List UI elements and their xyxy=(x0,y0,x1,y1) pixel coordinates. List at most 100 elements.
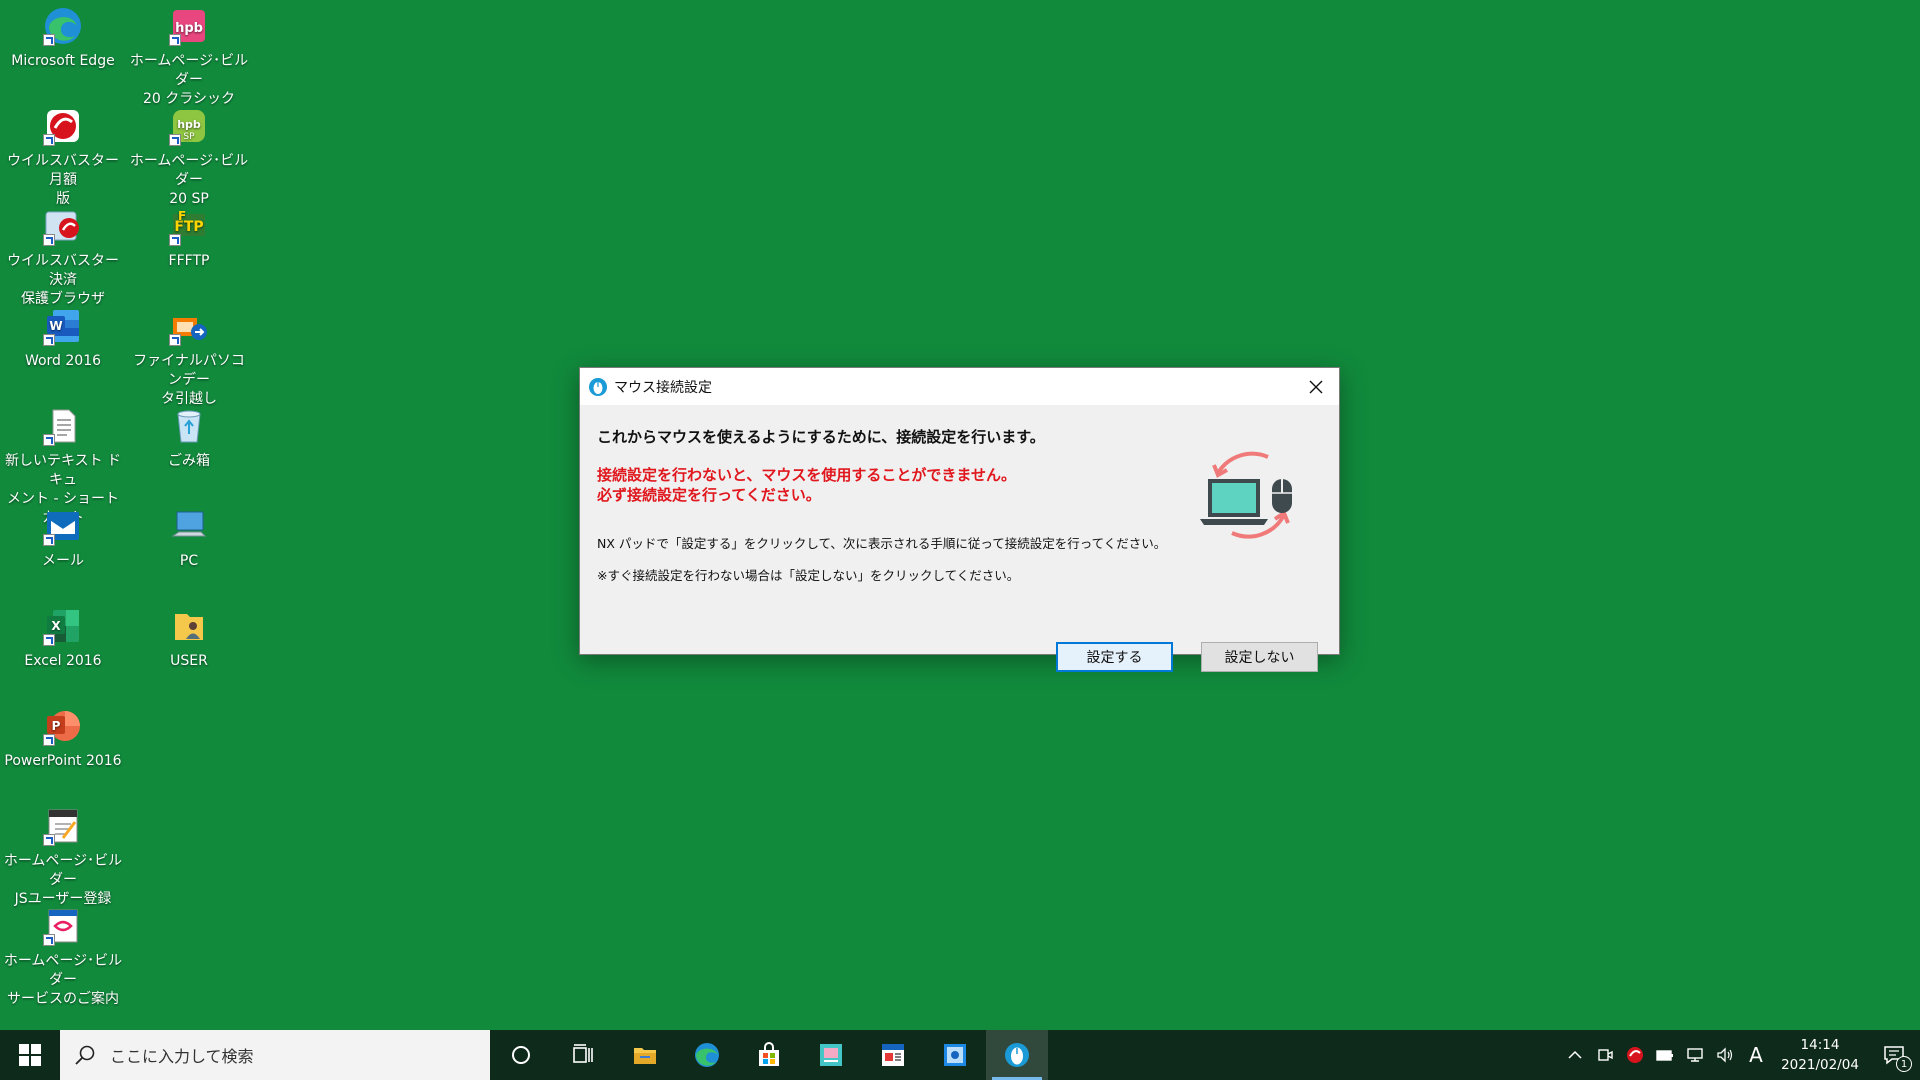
pc-icon xyxy=(169,506,209,546)
taskbar-store[interactable] xyxy=(738,1030,800,1080)
no-set-button[interactable]: 設定しない xyxy=(1201,642,1318,672)
final-pc-data-icon xyxy=(169,306,209,346)
system-tray: A 14:14 2021/02/04 1 xyxy=(1560,1030,1920,1080)
desktop-icon-label: Word 2016 xyxy=(24,353,102,369)
desktop-icon-user-folder[interactable]: USER xyxy=(126,600,252,671)
info-message-2: ※すぐ接続設定を行わない場合は「設定しない」をクリックしてください。 xyxy=(597,568,1020,583)
hpb-service-icon xyxy=(43,906,83,946)
virusbuster-icon xyxy=(1627,1047,1643,1063)
svg-text:SP: SP xyxy=(183,132,195,142)
desktop-icon-hpb-js-register[interactable]: ホームページ･ビルダー JSユーザー登録 xyxy=(0,800,126,909)
battery-icon xyxy=(1656,1050,1673,1061)
main-message: これからマウスを使えるようにするために、接続設定を行います。 xyxy=(597,428,1045,446)
virusbuster-browser-icon xyxy=(43,206,83,246)
action-center-button[interactable]: 1 xyxy=(1868,1030,1920,1080)
clock-date: 2021/02/04 xyxy=(1781,1057,1859,1073)
camera-icon xyxy=(1598,1049,1613,1061)
windows-logo-icon xyxy=(19,1044,41,1066)
desktop-icon-label: PC xyxy=(179,553,199,569)
taskbar-news[interactable] xyxy=(862,1030,924,1080)
desktop-icon-label: ごみ箱 xyxy=(168,453,210,469)
screen-app-icon xyxy=(820,1044,842,1066)
dialog-title-bar[interactable]: マウス接続設定 xyxy=(580,368,1339,405)
excel-icon: X xyxy=(43,606,83,646)
desktop-icon-word[interactable]: W Word 2016 xyxy=(0,300,126,371)
set-button[interactable]: 設定する xyxy=(1056,642,1173,672)
mouse-app-icon xyxy=(1005,1043,1029,1067)
mouse-connection-dialog: マウス接続設定 これからマウスを使えるようにするために、接続設定を行います。 接… xyxy=(579,367,1340,672)
edge-icon xyxy=(43,6,83,46)
desktop-icon-virusbuster[interactable]: ウイルスバスター 月額 版 xyxy=(0,100,126,209)
desktop-icon-hpb-service[interactable]: ホームページ･ビルダー サービスのご案内 xyxy=(0,900,126,1009)
task-view-button[interactable] xyxy=(552,1030,614,1080)
ime-indicator[interactable]: A xyxy=(1740,1030,1772,1080)
desktop-icon-final-pc-data[interactable]: ファイナルパソコンデー タ引越し xyxy=(126,300,252,409)
close-icon xyxy=(1309,380,1323,393)
text-document-icon xyxy=(43,406,83,446)
start-button[interactable] xyxy=(0,1030,60,1080)
desktop-icon-hpb-classic[interactable]: hpb ホームページ･ビルダー 20 クラシック xyxy=(126,0,252,109)
chevron-up-icon xyxy=(1568,1050,1582,1059)
ffftp-icon: FTP F xyxy=(169,206,209,246)
desktop-icon-pc[interactable]: PC xyxy=(126,500,252,571)
tray-network[interactable] xyxy=(1680,1030,1710,1080)
hpb-classic-icon: hpb xyxy=(169,6,209,46)
taskbar-file-explorer[interactable] xyxy=(614,1030,676,1080)
speaker-icon xyxy=(1717,1047,1733,1063)
warning-line-1: 接続設定を行わないと、マウスを使用することができません。 xyxy=(597,466,1016,484)
desktop-icon-label: Microsoft Edge xyxy=(11,53,115,69)
desktop-icon-label: USER xyxy=(170,653,208,669)
warning-line-2: 必ず接続設定を行ってください。 xyxy=(597,486,821,504)
cortana-button[interactable] xyxy=(490,1030,552,1080)
taskbar-app-screen[interactable] xyxy=(800,1030,862,1080)
taskbar-app-photo[interactable] xyxy=(924,1030,986,1080)
taskbar-search-box[interactable]: ここに入力して検索 xyxy=(60,1030,490,1080)
mail-icon xyxy=(43,506,83,546)
desktop-icon-recycle-bin[interactable]: ごみ箱 xyxy=(126,400,252,471)
desktop-icon-hpb-sp[interactable]: hpb SP ホームページ･ビルダー 20 SP xyxy=(126,100,252,209)
cortana-circle-icon xyxy=(512,1046,530,1064)
taskbar-mouse-connection[interactable] xyxy=(986,1030,1048,1080)
tray-virusbuster[interactable] xyxy=(1620,1030,1650,1080)
desktop-icon-label: FFFTP xyxy=(168,253,210,269)
taskbar-edge[interactable] xyxy=(676,1030,738,1080)
desktop-icon-label: Excel 2016 xyxy=(24,653,102,669)
notification-count-badge: 1 xyxy=(1896,1056,1912,1072)
powerpoint-icon: P xyxy=(43,706,83,746)
tray-battery[interactable] xyxy=(1650,1030,1680,1080)
svg-text:hpb: hpb xyxy=(177,118,201,131)
photo-app-icon xyxy=(944,1044,966,1066)
desktop-icon-powerpoint[interactable]: P PowerPoint 2016 xyxy=(0,700,126,771)
desktop-icon-excel[interactable]: X Excel 2016 xyxy=(0,600,126,671)
desktop-icon-ffftp[interactable]: FTP F FFFTP xyxy=(126,200,252,271)
dialog-title: マウス接続設定 xyxy=(614,379,712,396)
user-folder-icon xyxy=(169,606,209,646)
svg-text:F: F xyxy=(178,209,186,223)
store-bag-icon xyxy=(759,1042,779,1066)
hpb-js-register-icon xyxy=(43,806,83,846)
desktop-icon-virusbuster-browser[interactable]: ウイルスバスター決済 保護ブラウザ xyxy=(0,200,126,309)
taskbar: ここに入力して検索 A 14:14 2021/02/04 1 xyxy=(0,1030,1920,1080)
virusbuster-icon xyxy=(43,106,83,146)
svg-text:W: W xyxy=(49,319,62,333)
desktop-icon-edge[interactable]: Microsoft Edge xyxy=(0,0,126,71)
desktop-icon-label: ホームページ･ビルダー サービスのご案内 xyxy=(3,953,123,1007)
network-icon xyxy=(1687,1048,1703,1062)
hpb-sp-icon: hpb SP xyxy=(169,106,209,146)
recycle-bin-icon xyxy=(169,406,209,446)
word-icon: W xyxy=(43,306,83,346)
task-view-icon xyxy=(573,1044,593,1063)
svg-text:X: X xyxy=(51,619,61,633)
tray-volume[interactable] xyxy=(1710,1030,1740,1080)
tray-camera[interactable] xyxy=(1590,1030,1620,1080)
taskbar-clock[interactable]: 14:14 2021/02/04 xyxy=(1772,1030,1868,1080)
edge-icon xyxy=(695,1043,719,1067)
search-icon xyxy=(74,1044,96,1066)
mouse-app-icon xyxy=(588,377,608,397)
desktop-icon-label: メール xyxy=(42,553,84,569)
close-button[interactable] xyxy=(1293,368,1339,405)
desktop-icon-label: PowerPoint 2016 xyxy=(4,753,122,769)
svg-text:P: P xyxy=(52,719,61,733)
desktop-icon-mail[interactable]: メール xyxy=(0,500,126,571)
show-hidden-icons-button[interactable] xyxy=(1560,1030,1590,1080)
